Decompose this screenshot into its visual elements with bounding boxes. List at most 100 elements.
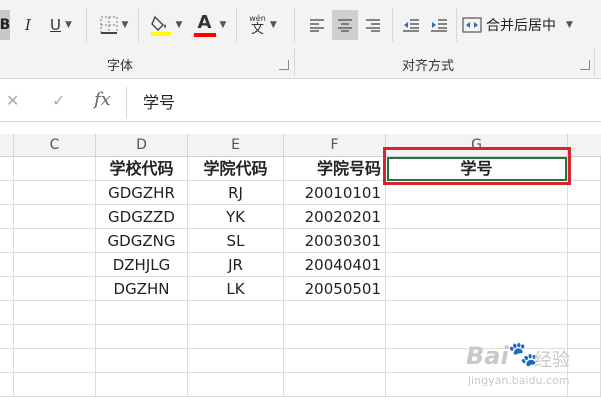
insert-function-button[interactable]: fx — [94, 89, 111, 110]
alignment-dialog-launcher-icon[interactable] — [580, 60, 590, 70]
data-cell[interactable]: 20020201 — [284, 205, 386, 229]
bold-button[interactable]: B — [0, 10, 10, 40]
data-cell[interactable]: 20030301 — [284, 229, 386, 253]
data-cell[interactable]: JR — [188, 253, 284, 277]
empty-cell[interactable] — [568, 301, 601, 325]
data-cell[interactable]: DGZHN — [96, 277, 188, 301]
column-header-e[interactable]: E — [188, 134, 284, 156]
header-cell[interactable]: 学院号码 — [284, 157, 386, 181]
empty-cell[interactable] — [14, 373, 96, 397]
font-color-button[interactable]: A ▼ — [190, 10, 230, 40]
empty-cell[interactable] — [0, 373, 14, 397]
fill-color-button[interactable]: ▼ — [146, 10, 186, 40]
cancel-icon[interactable]: ✕ — [6, 91, 19, 110]
underline-icon: U — [50, 16, 62, 34]
empty-cell[interactable] — [188, 349, 284, 373]
data-cell[interactable]: GDGZNG — [96, 229, 188, 253]
underline-button[interactable]: U ▼ — [42, 10, 80, 40]
empty-cell[interactable] — [0, 205, 14, 229]
header-cell[interactable]: 学院代码 — [188, 157, 284, 181]
empty-cell[interactable] — [284, 301, 386, 325]
data-cell[interactable]: 20040401 — [284, 253, 386, 277]
empty-cell[interactable] — [14, 253, 96, 277]
indent-icon — [431, 19, 447, 32]
empty-cell[interactable] — [14, 205, 96, 229]
empty-cell[interactable] — [386, 253, 568, 277]
empty-cell[interactable] — [14, 325, 96, 349]
empty-cell[interactable] — [14, 277, 96, 301]
merge-center-button[interactable]: 合并后居中 ▼ — [462, 10, 587, 40]
empty-cell[interactable] — [0, 181, 14, 205]
empty-cell[interactable] — [0, 325, 14, 349]
empty-cell[interactable] — [568, 181, 601, 205]
empty-cell[interactable] — [96, 325, 188, 349]
empty-cell[interactable] — [386, 277, 568, 301]
data-cell[interactable]: GDGZHR — [96, 181, 188, 205]
data-cell[interactable]: DZHJLG — [96, 253, 188, 277]
data-cell[interactable]: 20010101 — [284, 181, 386, 205]
data-cell[interactable]: YK — [188, 205, 284, 229]
empty-cell[interactable] — [96, 373, 188, 397]
empty-cell[interactable] — [14, 229, 96, 253]
row-header-corner[interactable] — [0, 134, 14, 156]
baidu-watermark: Bai 🐾 经验 jingyan.baidu.com — [462, 338, 592, 398]
empty-cell[interactable] — [0, 277, 14, 301]
empty-cell[interactable] — [188, 373, 284, 397]
header-cell[interactable]: 学校代码 — [96, 157, 188, 181]
empty-cell[interactable] — [568, 253, 601, 277]
empty-cell[interactable] — [96, 349, 188, 373]
borders-button[interactable]: ▼ — [94, 10, 134, 40]
empty-cell[interactable] — [386, 229, 568, 253]
italic-button[interactable]: I — [16, 10, 40, 40]
empty-cell[interactable] — [284, 349, 386, 373]
data-cell[interactable]: LK — [188, 277, 284, 301]
align-left-icon — [310, 19, 324, 32]
empty-cell[interactable] — [96, 301, 188, 325]
phonetic-button[interactable]: wén 文 ▼ — [243, 10, 283, 40]
font-dialog-launcher-icon[interactable] — [279, 60, 289, 70]
data-cell[interactable]: GDGZZD — [96, 205, 188, 229]
empty-cell[interactable] — [284, 373, 386, 397]
empty-cell[interactable] — [386, 205, 568, 229]
increase-indent-button[interactable] — [426, 10, 452, 40]
empty-cell[interactable] — [188, 301, 284, 325]
empty-cell[interactable] — [0, 349, 14, 373]
empty-cell[interactable] — [568, 157, 601, 181]
empty-cell[interactable] — [568, 277, 601, 301]
empty-cell[interactable] — [568, 205, 601, 229]
annotation-highlight-box — [383, 147, 571, 185]
data-cell[interactable]: 20050501 — [284, 277, 386, 301]
empty-cell[interactable] — [14, 157, 96, 181]
empty-cell[interactable] — [284, 325, 386, 349]
empty-cell[interactable] — [386, 301, 568, 325]
align-right-button[interactable] — [360, 10, 386, 40]
empty-cell[interactable] — [568, 229, 601, 253]
confirm-check-icon[interactable]: ✓ — [52, 91, 65, 110]
font-color-icon: A — [193, 12, 216, 38]
align-center-button[interactable] — [332, 10, 358, 40]
divider — [236, 8, 237, 42]
divider — [392, 8, 393, 42]
chevron-down-icon: ▼ — [65, 20, 72, 30]
column-header-h[interactable] — [568, 134, 601, 156]
empty-cell[interactable] — [14, 349, 96, 373]
align-center-icon — [338, 19, 352, 32]
column-header-f[interactable]: F — [284, 134, 386, 156]
empty-cell[interactable] — [0, 229, 14, 253]
align-left-button[interactable] — [304, 10, 330, 40]
empty-cell[interactable] — [188, 325, 284, 349]
empty-cell[interactable] — [0, 301, 14, 325]
empty-cell[interactable] — [14, 181, 96, 205]
empty-cell[interactable] — [0, 157, 14, 181]
empty-cell[interactable] — [0, 253, 14, 277]
divider — [126, 87, 127, 119]
chevron-down-icon: ▼ — [566, 20, 573, 30]
decrease-indent-button[interactable] — [398, 10, 424, 40]
phonetic-char: 文 — [251, 21, 265, 37]
column-header-c[interactable]: C — [14, 134, 96, 156]
formula-input[interactable]: 学号 — [143, 89, 175, 117]
column-header-d[interactable]: D — [96, 134, 188, 156]
empty-cell[interactable] — [14, 301, 96, 325]
data-cell[interactable]: RJ — [188, 181, 284, 205]
data-cell[interactable]: SL — [188, 229, 284, 253]
